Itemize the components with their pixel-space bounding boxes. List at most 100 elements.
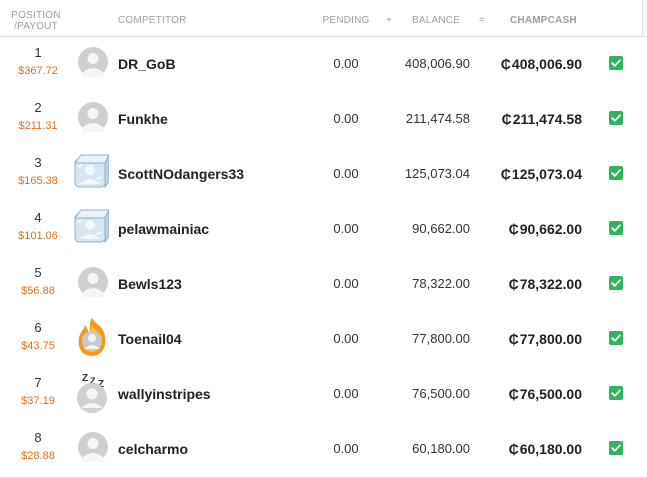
table-row[interactable]: 2 $211.31 Funkhe 0.00 211,474.58 ₵211,474.58 [0,92,647,148]
balance-value: 408,006.90 [404,56,470,71]
payout-amount: $211.31 [18,120,58,132]
competitor-header[interactable]: COMPETITOR [118,15,186,26]
position-number: 8 [34,430,42,445]
competitor-name[interactable]: wallyinstripes [118,386,211,402]
competitor-name[interactable]: Toenail04 [118,331,182,347]
champcash-value: ₵211,474.58 [490,111,582,127]
sleeping-avatar-icon[interactable]: ZZZ [76,371,116,418]
champcash-value: ₵78,322.00 [490,276,582,292]
default-avatar-icon[interactable] [78,267,108,302]
position-number: 2 [34,100,42,115]
champcash-value: ₵77,800.00 [490,331,582,347]
pending-value: 0.00 [333,386,359,401]
default-avatar-icon[interactable] [78,102,108,137]
payout-amount: $101.06 [18,230,58,242]
competitor-name[interactable]: Funkhe [118,111,168,127]
balance-value: 78,322.00 [412,276,470,291]
default-avatar-icon[interactable] [78,47,108,82]
checkbox-checked-icon[interactable] [609,111,623,125]
pending-header[interactable]: PENDING [322,15,370,26]
position-payout-header[interactable]: POSITION /PAYOUT [6,10,66,32]
table-row[interactable]: 7 $37.19 Z Z Zwallyinstripes 0.00 76,500.00 ₵76… [0,367,647,423]
position-number: 6 [34,320,42,335]
champcash-value: ₵125,073.04 [490,166,582,182]
champcash-amount: 76,500.00 [519,386,582,402]
checkbox-checked-icon[interactable] [609,331,623,345]
balance-value: 211,474.58 [405,111,470,126]
currency-symbol: ₵ [508,276,519,292]
pending-value: 0.00 [333,166,359,181]
pending-value: 0.00 [333,111,359,126]
competitor-name[interactable]: celcharmo [118,441,188,457]
table-row[interactable]: 8 $28.88 celcharmo 0.00 60,180.00 ₵60,180.00 [0,422,647,478]
champcash-amount: 211,474.58 [512,111,582,127]
champcash-value: ₵90,662.00 [490,221,582,237]
currency-symbol: ₵ [508,386,519,402]
position-header-label: POSITION [11,10,61,21]
balance-value: 90,662.00 [412,221,470,236]
checkbox-checked-icon[interactable] [609,441,623,455]
champcash-amount: 78,322.00 [519,276,582,292]
champcash-amount: 77,800.00 [519,331,582,347]
fire-avatar-icon[interactable] [74,317,110,362]
payout-header-label: /PAYOUT [14,21,58,32]
position-number: 4 [34,210,42,225]
checkbox-checked-icon[interactable] [609,386,623,400]
competitor-name[interactable]: Bewls123 [118,276,182,292]
payout-amount: $56.88 [21,285,55,297]
checkbox-checked-icon[interactable] [609,166,623,180]
balance-value: 76,500.00 [412,386,470,401]
table-row[interactable]: 1 $367.72 DR_GoB 0.00 408,006.90 ₵408,006.90 [0,37,647,93]
champcash-value: ₵408,006.90 [490,56,582,72]
competitor-name[interactable]: ScottNOdangers33 [118,166,244,182]
table-row[interactable]: 4 $101.06 pelawmainiac 0.00 90,662.00 ₵90,662… [0,202,647,258]
table-row[interactable]: 5 $56.88 Bewls123 0.00 78,322.00 ₵78,322.00 [0,257,647,313]
position-number: 7 [34,375,42,390]
balance-header[interactable]: BALANCE [405,15,467,26]
pending-value: 0.00 [333,56,359,71]
champcash-amount: 60,180.00 [519,441,582,457]
balance-value: 60,180.00 [412,441,470,456]
champcash-amount: 125,073.04 [511,166,582,182]
champcash-amount: 90,662.00 [519,221,582,237]
ice-cube-avatar-icon[interactable] [73,153,110,194]
position-number: 1 [34,45,42,60]
pending-value: 0.00 [333,331,359,346]
checkbox-checked-icon[interactable] [609,221,623,235]
pending-value: 0.00 [333,221,359,236]
champcash-value: ₵76,500.00 [490,386,582,402]
currency-symbol: ₵ [508,441,519,457]
payout-amount: $43.75 [21,340,55,352]
payout-amount: $28.88 [21,450,55,462]
competitor-name[interactable]: DR_GoB [118,56,176,72]
champcash-header[interactable]: CHAMPCASH [510,15,577,26]
currency-symbol: ₵ [500,56,511,72]
currency-symbol: ₵ [500,166,511,182]
header-divider [642,0,643,36]
payout-amount: $367.72 [18,65,58,77]
competitor-name[interactable]: pelawmainiac [118,221,209,237]
currency-symbol: ₵ [508,221,519,237]
champcash-amount: 408,006.90 [511,56,582,72]
plus-sign: + [386,15,393,26]
pending-value: 0.00 [333,276,359,291]
pending-value: 0.00 [333,441,359,456]
payout-amount: $165.38 [18,175,58,187]
champcash-value: ₵60,180.00 [490,441,582,457]
position-number: 5 [34,265,42,280]
table-row[interactable]: 3 $165.38 ScottNOdangers33 0.00 125,073.04 ₵1… [0,147,647,203]
checkbox-checked-icon[interactable] [609,276,623,290]
currency-symbol: ₵ [501,111,512,127]
svg-text:Z: Z [82,373,88,384]
equals-sign: = [479,15,486,26]
currency-symbol: ₵ [508,331,519,347]
table-row[interactable]: 6 $43.75 Toenail04 0.00 77,800.00 ₵77,800.00 [0,312,647,368]
balance-value: 125,073.04 [404,166,470,181]
checkbox-checked-icon[interactable] [609,56,623,70]
default-avatar-icon[interactable] [78,432,108,467]
balance-value: 77,800.00 [412,331,470,346]
table-header: POSITION /PAYOUT COMPETITOR PENDING + BA… [0,0,647,37]
payout-amount: $37.19 [21,395,55,407]
position-number: 3 [34,155,42,170]
ice-cube-avatar-icon[interactable] [73,208,110,249]
